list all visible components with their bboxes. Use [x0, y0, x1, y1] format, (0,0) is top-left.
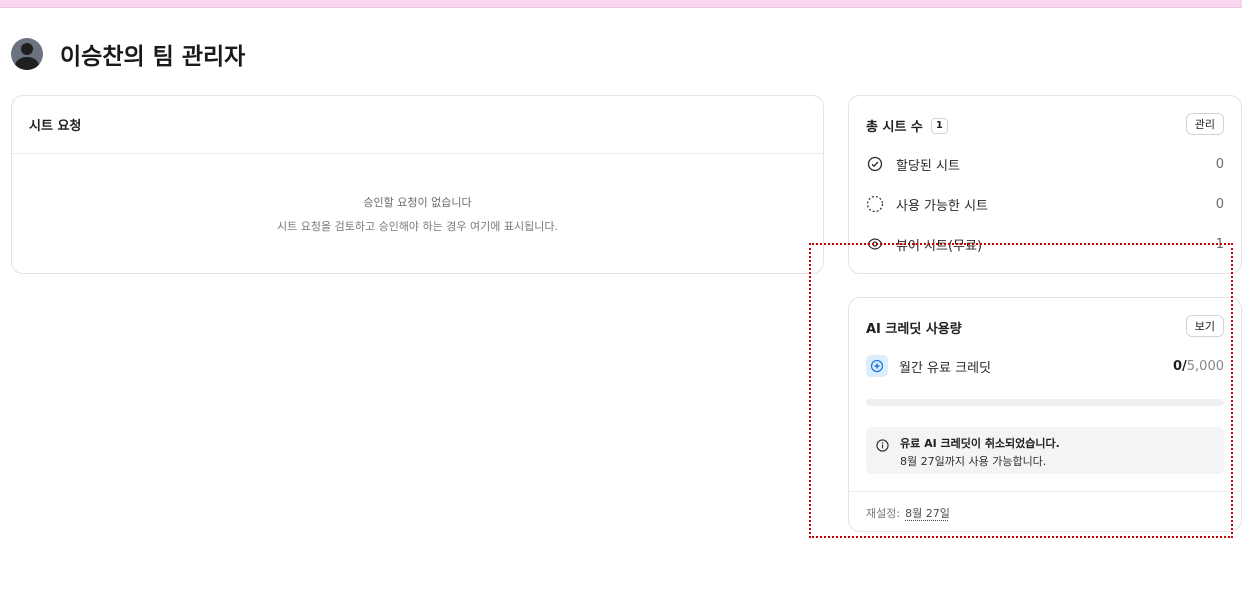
seat-row-value: 0 [1215, 156, 1224, 172]
check-circle-icon [866, 155, 884, 173]
page-header: 이승찬의 팀 관리자 [11, 37, 245, 71]
empty-state-title: 승인할 요청이 없습니다 [363, 196, 472, 209]
seat-row-label: 사용 가능한 시트 [896, 198, 988, 214]
top-banner [0, 0, 1242, 8]
reset-date[interactable]: 8월 27일 [905, 505, 950, 521]
info-icon [876, 435, 890, 466]
notice-title: 유료 AI 크레딧이 취소되었습니다. [900, 437, 1060, 450]
credit-label: 월간 유료 크레딧 [899, 360, 991, 376]
total-seats-card: 총 시트 수 1 관리 할당된 시트 0 사용 가능한 시트 0 뷰어 시트(무… [848, 95, 1242, 274]
view-button[interactable]: 보기 [1185, 315, 1224, 337]
seat-row-label: 뷰어 시트(무료) [896, 238, 983, 254]
total-seats-label: 총 시트 수 [866, 120, 923, 135]
dashed-circle-icon [866, 195, 884, 213]
reset-info: 재설정: 8월 27일 [849, 491, 1241, 533]
credit-icon [866, 355, 888, 377]
cancel-notice: 유료 AI 크레딧이 취소되었습니다. 8월 27일까지 사용 가능합니다. [866, 427, 1224, 474]
page-title: 이승찬의 팀 관리자 [60, 44, 246, 70]
seat-requests-title: 시트 요청 [12, 96, 823, 154]
ai-credit-title: AI 크레딧 사용량 [866, 322, 962, 337]
seat-row-viewer: 뷰어 시트(무료) 1 [866, 234, 1224, 254]
seat-row-value: 1 [1215, 236, 1224, 252]
monthly-credit-row: 월간 유료 크레딧 0/5,000 [866, 355, 1224, 377]
reset-label: 재설정: [866, 506, 901, 520]
seat-row-assigned: 할당된 시트 0 [866, 154, 1224, 174]
ai-credit-usage-card: AI 크레딧 사용량 보기 월간 유료 크레딧 0/5,000 유료 AI 크레… [848, 297, 1242, 532]
total-seats-title: 총 시트 수 1 [866, 116, 948, 135]
seat-row-available: 사용 가능한 시트 0 [866, 194, 1224, 214]
eye-icon [866, 235, 884, 253]
manage-button[interactable]: 관리 [1185, 113, 1224, 135]
seat-row-label: 할당된 시트 [896, 158, 960, 174]
seat-row-value: 0 [1215, 196, 1224, 212]
credit-value: 0/5,000 [1172, 358, 1224, 374]
seat-count-badge: 1 [930, 117, 948, 134]
credit-progress-bar [866, 399, 1224, 406]
notice-description: 8월 27일까지 사용 가능합니다. [900, 455, 1047, 468]
avatar[interactable] [11, 38, 43, 70]
seat-requests-card: 시트 요청 승인할 요청이 없습니다 시트 요청을 검토하고 승인해야 하는 경… [11, 95, 824, 274]
empty-state-description: 시트 요청을 검토하고 승인해야 하는 경우 여기에 표시됩니다. [277, 220, 558, 233]
